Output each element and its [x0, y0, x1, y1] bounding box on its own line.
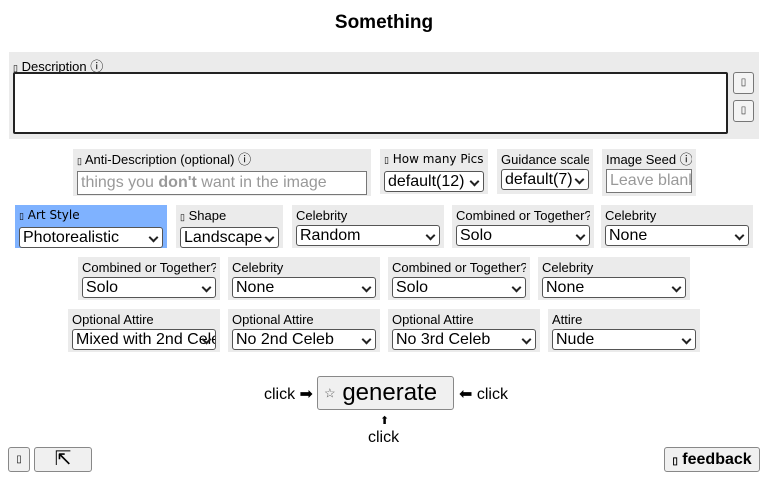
- attire-1-label: Optional Attire: [72, 312, 154, 327]
- description-textarea[interactable]: [13, 72, 728, 134]
- shape-label: Shape: [188, 208, 227, 223]
- attire-2-select[interactable]: No 2nd Celeb: [232, 329, 376, 350]
- celebrity-2-select[interactable]: None: [605, 225, 749, 246]
- description-side-button-1[interactable]: ▯: [733, 72, 754, 94]
- attire-3-select[interactable]: No 3rd Celeb: [392, 329, 536, 350]
- info-icon[interactable]: ⓘ: [238, 152, 251, 167]
- click-hint-bottom: click: [368, 429, 400, 446]
- art-style-icon: ▯: [19, 212, 24, 222]
- how-many-icon: ▯: [384, 156, 389, 166]
- guidance-select[interactable]: default(7): [501, 169, 589, 190]
- combined-1-panel: Combined or Together? Solo: [452, 205, 594, 248]
- celebrity-1-panel: Celebrity Random: [292, 205, 444, 248]
- celebrity-2-panel: Celebrity None: [601, 205, 753, 248]
- how-many-select[interactable]: default(12): [384, 171, 484, 192]
- seed-input[interactable]: Leave blank: [606, 169, 692, 193]
- generate-label: generate: [342, 379, 438, 406]
- page-title: Something: [334, 12, 434, 33]
- celebrity-1-select[interactable]: Random: [296, 225, 440, 246]
- celebrity-4-select[interactable]: None: [542, 277, 686, 298]
- attire-2-label: Optional Attire: [232, 312, 314, 327]
- celebrity-2-label: Celebrity: [605, 208, 657, 223]
- attire-3-panel: Optional Attire No 3rd Celeb: [388, 309, 540, 352]
- click-hint-right: ⬅ click: [459, 386, 508, 403]
- shape-select[interactable]: Landscape: [180, 227, 279, 248]
- generate-row: click ➡ ☆ generate ⬅ click: [0, 376, 768, 412]
- attire-2-panel: Optional Attire No 2nd Celeb: [228, 309, 380, 352]
- anti-description-panel: ▯ Anti-Description (optional) ⓘ things y…: [73, 149, 371, 196]
- shape-icon: ▯: [180, 212, 185, 222]
- celebrity-3-select[interactable]: None: [232, 277, 376, 298]
- guidance-label: Guidance scale: [501, 152, 589, 167]
- up-arrow-icon: ⬆: [380, 415, 390, 427]
- art-style-panel: ▯ Art Style Photorealistic: [15, 205, 167, 248]
- guidance-panel: Guidance scale default(7): [497, 149, 593, 194]
- combined-1-select[interactable]: Solo: [456, 225, 590, 246]
- feedback-button[interactable]: ▯ feedback: [664, 447, 760, 472]
- feedback-label: feedback: [682, 451, 752, 468]
- how-many-label: How many Pics?: [392, 152, 484, 166]
- attire-4-panel: Attire Nude: [548, 309, 700, 352]
- bottom-left-button[interactable]: ▯: [8, 447, 30, 472]
- attire-1-select[interactable]: Mixed with 2nd Celeb: [72, 329, 216, 350]
- celebrity-3-panel: Celebrity None: [228, 257, 380, 300]
- combined-3-panel: Combined or Together? Solo: [388, 257, 530, 300]
- generate-button[interactable]: ☆ generate: [317, 376, 454, 410]
- combined-2-label: Combined or Together?: [82, 260, 216, 275]
- attire-3-label: Optional Attire: [392, 312, 474, 327]
- art-style-label: Art Style: [27, 208, 80, 222]
- description-panel: ▯ Description ⓘ ▯ ▯: [9, 52, 759, 139]
- attire-1-panel: Optional Attire Mixed with 2nd Celeb: [68, 309, 220, 352]
- info-icon[interactable]: ⓘ: [680, 152, 692, 167]
- anti-description-input[interactable]: things you don't want in the image: [77, 171, 367, 195]
- anti-description-label: Anti-Description (optional): [84, 152, 235, 167]
- attire-4-label: Attire: [552, 312, 583, 327]
- combined-2-select[interactable]: Solo: [82, 277, 216, 298]
- celebrity-4-panel: Celebrity None: [538, 257, 690, 300]
- combined-2-panel: Combined or Together? Solo: [78, 257, 220, 300]
- click-hint-left: click ➡: [264, 386, 313, 403]
- how-many-panel: ▯ How many Pics? default(12): [380, 149, 488, 194]
- art-style-select[interactable]: Photorealistic: [19, 227, 163, 248]
- feedback-icon: ▯: [672, 456, 678, 467]
- stars-icon: ☆: [324, 385, 336, 401]
- attire-4-select[interactable]: Nude: [552, 329, 696, 350]
- expand-arrow-button[interactable]: ⇱: [34, 447, 92, 472]
- celebrity-4-label: Celebrity: [542, 260, 594, 275]
- combined-3-label: Combined or Together?: [392, 260, 526, 275]
- seed-label: Image Seed: [606, 152, 677, 167]
- shape-panel: ▯ Shape Landscape: [176, 205, 283, 248]
- seed-panel: Image Seed ⓘ Leave blank: [602, 149, 696, 196]
- celebrity-3-label: Celebrity: [232, 260, 284, 275]
- celebrity-1-label: Celebrity: [296, 208, 348, 223]
- anti-description-icon: ▯: [77, 156, 82, 166]
- combined-1-label: Combined or Together?: [456, 208, 590, 223]
- combined-3-select[interactable]: Solo: [392, 277, 526, 298]
- description-side-button-2[interactable]: ▯: [733, 100, 754, 122]
